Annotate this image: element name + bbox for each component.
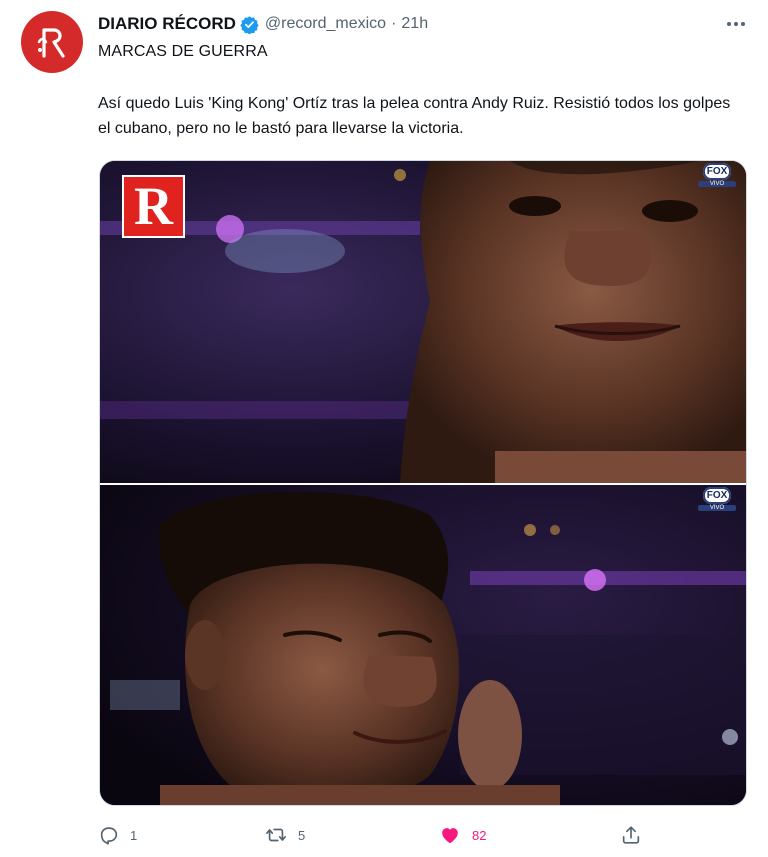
tweet-text: Así quedo Luis 'King Kong' Ortíz tras la… bbox=[98, 95, 731, 137]
share-icon bbox=[622, 826, 640, 844]
fox-broadcast-logo: FOX VIVO bbox=[698, 161, 736, 187]
reply-button[interactable]: 1 bbox=[98, 820, 137, 850]
reply-count: 1 bbox=[130, 827, 138, 843]
heart-icon bbox=[442, 828, 458, 844]
photo-bottom[interactable]: FOX VIVO bbox=[100, 485, 746, 805]
fox-broadcast-logo-bottom: FOX VIVO bbox=[698, 485, 736, 511]
retweet-button[interactable]: 5 bbox=[264, 820, 305, 850]
record-logo-icon bbox=[37, 28, 65, 58]
like-count: 82 bbox=[472, 827, 487, 843]
boxer-face-closeup-image bbox=[100, 161, 746, 483]
retweet-icon bbox=[266, 828, 286, 842]
boxer-eyes-closed-image bbox=[100, 485, 746, 805]
author-handle[interactable]: @record_mexico bbox=[265, 15, 386, 33]
tweet-timestamp[interactable]: 21h bbox=[401, 15, 428, 33]
tweet-actions: 1 5 82 bbox=[98, 820, 658, 850]
share-button[interactable] bbox=[620, 820, 642, 850]
more-dots-icon[interactable] bbox=[724, 14, 748, 34]
header-separator: · bbox=[391, 15, 397, 32]
photo-top[interactable]: R FOX VIVO bbox=[100, 161, 746, 483]
tweet-media[interactable]: R FOX VIVO FOX VIVO bbox=[99, 160, 747, 806]
avatar[interactable] bbox=[21, 11, 83, 73]
author-name[interactable]: DIARIO RÉCORD bbox=[98, 14, 236, 34]
retweet-count: 5 bbox=[298, 827, 306, 843]
verified-badge-icon bbox=[240, 15, 259, 34]
reply-icon bbox=[100, 827, 118, 845]
record-watermark-logo: R bbox=[122, 175, 185, 238]
like-button[interactable]: 82 bbox=[438, 820, 486, 850]
tweet-header: DIARIO RÉCORD @record_mexico · 21h bbox=[98, 12, 748, 36]
tweet-title: MARCAS DE GUERRA bbox=[98, 43, 268, 60]
